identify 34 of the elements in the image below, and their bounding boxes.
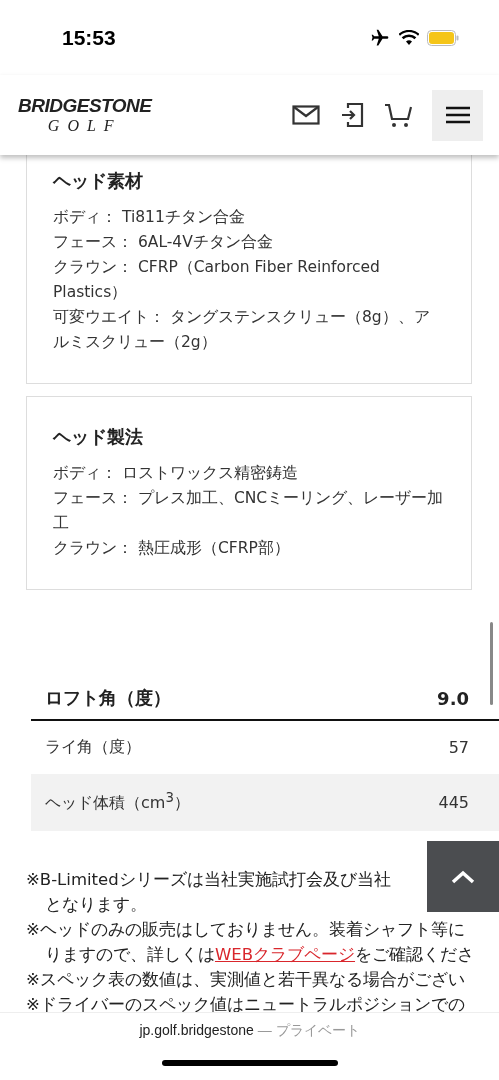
mail-icon[interactable] [292,104,320,126]
menu-icon [444,106,471,124]
battery-icon [427,29,459,46]
spec-line: ボディ： Ti811チタン合金 [53,207,246,228]
wifi-icon [399,29,419,46]
url-domain[interactable]: jp.golf.bridgestone [139,1022,254,1038]
row-label: ライ角（度） [45,737,141,758]
row-label: ヘッド体積（cm$^{3}$） [45,790,190,815]
spec-line: 可変ウエイト： タングステンスクリュー（8g）、アルミスクリュー（2g） [53,307,431,353]
status-time: 15:53 [62,25,116,50]
login-icon[interactable] [340,102,364,128]
spec-line: クラウン： 熱圧成形（CFRP部） [53,538,291,559]
spec-line: ボディ： ロストワックス精密鋳造 [53,463,299,484]
web-club-link[interactable]: WEBクラブページ [214,945,356,964]
row-label: ロフト角（度） [45,686,171,710]
logo-subtitle[interactable]: GOLF [47,117,122,135]
note-text: ※ドライバーのスペック値はニュートラルポジションでの [26,994,465,1016]
cart-icon[interactable] [384,102,412,128]
chevron-up-icon [451,869,475,884]
note-text: ※スペック表の数値は、実測値と若干異なる場合がござい [26,969,465,991]
row-value: 57 [448,738,469,757]
note-text: ※ヘッドのみの販売はしておりません。装着シャフト等に りますので、詳しくはWEBクラブページをご確認くださ [26,919,475,966]
spec-line: フェース： プレス加工、CNCミーリング、レーザー加工 [53,488,445,534]
logo-brand[interactable]: BRIDGESTONE [18,95,152,117]
card-title: ヘッド製法 [53,425,144,449]
row-value: 445 [438,793,469,812]
menu-button[interactable] [432,89,483,141]
note-text: ※B-Limitedシリーズは当社実施試打会及び当社 となります。 [26,869,391,916]
spec-line: クラウン： CFRP（Carbon Fiber Reinforced Plastics） [53,257,381,303]
private-label: — プライベート [257,1022,360,1038]
airplane-icon [369,27,391,48]
spec-line: フェース： 6AL-4Vチタン合金 [53,232,274,253]
card-title: ヘッド素材 [53,169,144,193]
row-value: 9.0 [437,687,469,709]
